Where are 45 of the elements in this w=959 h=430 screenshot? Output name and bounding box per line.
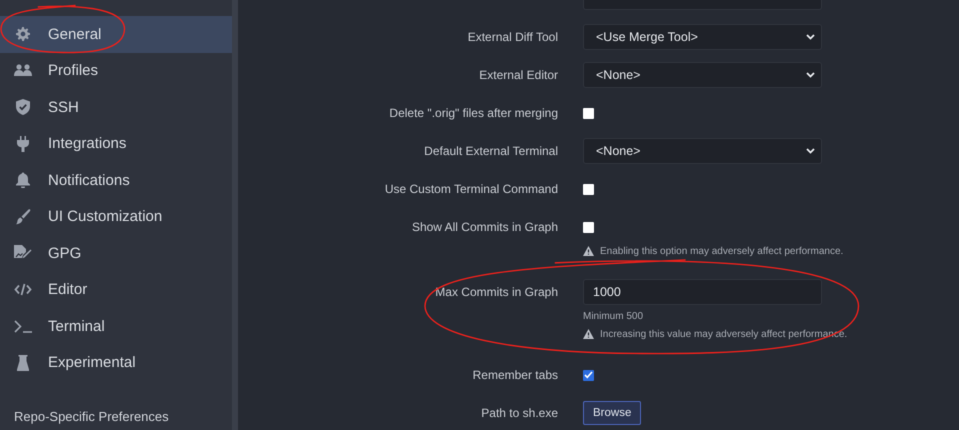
select-field[interactable]: <Use Merge Tool> <box>583 24 822 50</box>
section-heading: Repo-Specific Preferences <box>13 409 169 424</box>
people-icon <box>14 64 32 78</box>
setting-label: External Editor <box>479 68 558 82</box>
sidebar-item[interactable]: UI Customization <box>0 198 232 235</box>
terminal-icon <box>14 320 32 333</box>
sidebar-item[interactable]: SSH <box>0 89 232 126</box>
chevron-icon <box>806 34 815 40</box>
sidebar-item[interactable]: Experimental <box>0 344 232 381</box>
flask-icon <box>17 354 29 371</box>
sidebar-item[interactable]: Notifications <box>0 162 232 198</box>
setting-label: Remember tabs <box>472 368 558 382</box>
browse-button[interactable]: Browse <box>583 401 642 425</box>
setting-label: Delete ".orig" files after merging <box>389 106 558 120</box>
code-icon <box>14 283 32 296</box>
chevron-icon <box>806 148 815 154</box>
setting-label: Show All Commits in Graph <box>412 220 558 234</box>
bell-icon <box>16 172 30 188</box>
warning-icon <box>583 329 594 339</box>
sidebar-item[interactable]: General <box>0 16 232 52</box>
sidebar-item[interactable]: Terminal <box>0 308 232 344</box>
plug-icon <box>17 136 29 152</box>
warning-text: Enabling this option may adversely affect performance. <box>600 246 844 256</box>
checkbox[interactable] <box>583 370 594 380</box>
brush-icon <box>15 208 31 225</box>
warning-icon <box>583 246 594 256</box>
number-field[interactable]: 1000 <box>583 279 822 305</box>
setting-label: Default External Terminal <box>424 144 558 158</box>
checkbox[interactable] <box>583 184 594 194</box>
select-field[interactable]: <None> <box>583 138 822 164</box>
shield-check-icon <box>16 99 30 116</box>
sidebar-item[interactable]: GPG <box>0 235 232 272</box>
chevron-icon <box>806 72 815 78</box>
setting-label: Max Commits in Graph <box>435 285 558 299</box>
checkbox[interactable] <box>583 222 594 232</box>
hint-text: Minimum 500 <box>583 310 644 322</box>
sidebar-item[interactable]: Editor <box>0 272 232 308</box>
setting-label: External Diff Tool <box>468 30 558 44</box>
sidebar-item[interactable]: Profiles <box>0 52 232 89</box>
gear-icon <box>16 27 30 42</box>
select-field[interactable]: <None> <box>583 62 822 88</box>
setting-label: Use Custom Terminal Command <box>384 182 558 196</box>
sidebar-item[interactable]: Integrations <box>0 126 232 162</box>
checkbox[interactable] <box>583 108 594 118</box>
setting-label: Path to sh.exe <box>481 406 558 420</box>
